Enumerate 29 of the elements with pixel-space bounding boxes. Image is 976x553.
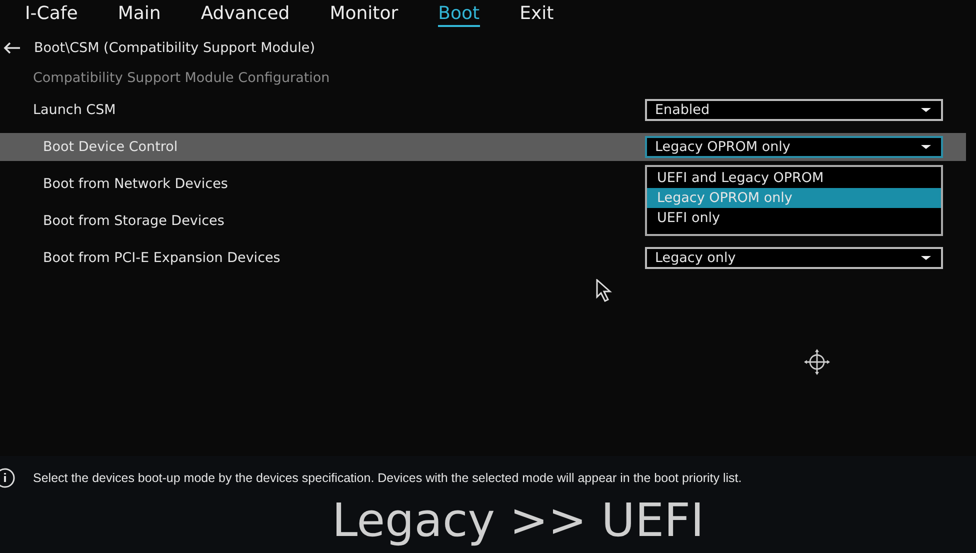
menu-tab[interactable]: Advanced [200, 3, 290, 27]
setting-label: Boot from Network Devices [43, 176, 228, 192]
caret-icon [921, 255, 931, 261]
setting-label: Boot from PCI-E Expansion Devices [43, 250, 280, 266]
setting-label: Boot Device Control [43, 139, 178, 155]
breadcrumb: Boot\CSM (Compatibility Support Module) [34, 40, 315, 56]
dropdown[interactable]: Legacy OPROM only [645, 136, 943, 158]
dropdown-value: Enabled [655, 102, 710, 118]
dropdown[interactable]: Legacy only [645, 247, 943, 269]
dropdown-value: Legacy only [655, 250, 736, 266]
menu-tab[interactable]: Exit [520, 3, 554, 27]
info-icon [0, 468, 16, 488]
dropdown[interactable]: Enabled [645, 99, 943, 121]
menu-tab[interactable]: Main [118, 3, 161, 27]
dropdown-value: Legacy OPROM only [655, 139, 790, 155]
caret-icon [921, 144, 931, 150]
caret-icon [921, 107, 931, 113]
menu-tab[interactable]: Monitor [330, 3, 398, 27]
help-text: Select the devices boot-up mode by the devices specification. Devices with the selected mode will appear in the boot priority list. [33, 471, 742, 485]
crosshair-icon [803, 348, 831, 376]
setting-label: Boot from Storage Devices [43, 213, 224, 229]
back-arrow-icon[interactable] [3, 42, 21, 54]
caption: Legacy >> UEFI [330, 494, 706, 546]
menu-tab[interactable]: I-Cafe [25, 3, 78, 27]
setting-label: Launch CSM [33, 102, 116, 118]
menu-tab[interactable]: Boot [438, 3, 480, 27]
section-title: Compatibility Support Module Configuration [32, 69, 331, 88]
dropdown-option[interactable]: UEFI only [647, 208, 941, 228]
dropdown-option[interactable]: UEFI and Legacy OPROM [647, 168, 941, 188]
